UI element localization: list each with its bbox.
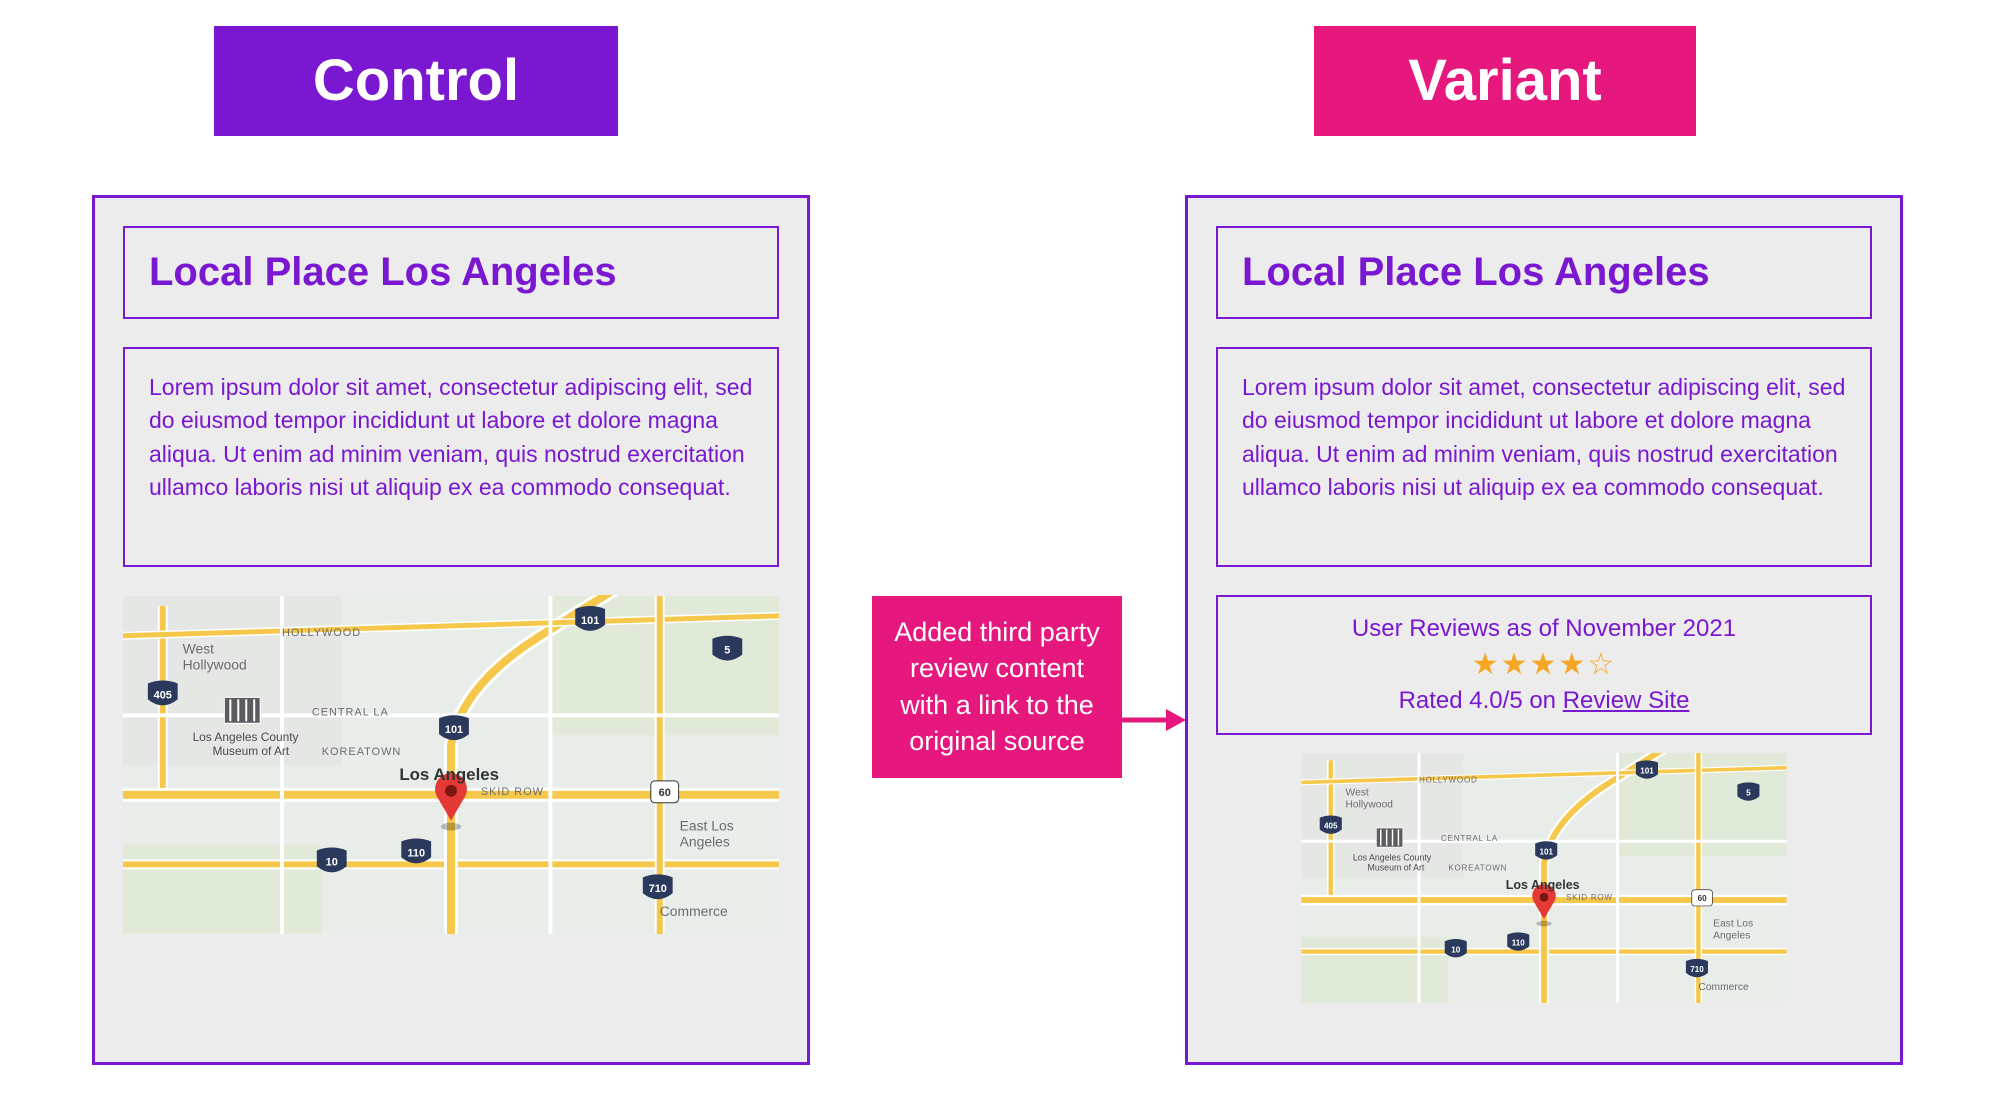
control-label: Control	[214, 26, 618, 136]
review-rating-line: Rated 4.0/5 on Review Site	[1228, 683, 1860, 719]
review-rated-prefix: Rated 4.0/5 on	[1399, 687, 1563, 714]
review-stars-icon: ★★★★☆	[1228, 647, 1860, 683]
control-map	[123, 595, 779, 935]
review-header: User Reviews as of November 2021	[1228, 611, 1860, 647]
control-card: Local Place Los Angeles Lorem ipsum dolo…	[92, 195, 810, 1065]
callout-box: Added third party review content with a …	[872, 596, 1122, 778]
map-icon	[1216, 753, 1872, 1003]
review-source-link[interactable]: Review Site	[1563, 687, 1690, 714]
review-box: User Reviews as of November 2021 ★★★★☆ R…	[1216, 595, 1872, 735]
variant-body: Lorem ipsum dolor sit amet, consectetur …	[1216, 347, 1872, 567]
variant-label: Variant	[1314, 26, 1696, 136]
variant-map	[1216, 753, 1872, 1003]
arrow-right-icon	[1122, 706, 1186, 734]
control-body: Lorem ipsum dolor sit amet, consectetur …	[123, 347, 779, 567]
variant-card: Local Place Los Angeles Lorem ipsum dolo…	[1185, 195, 1903, 1065]
variant-title: Local Place Los Angeles	[1216, 226, 1872, 319]
map-icon	[123, 595, 779, 935]
control-title: Local Place Los Angeles	[123, 226, 779, 319]
